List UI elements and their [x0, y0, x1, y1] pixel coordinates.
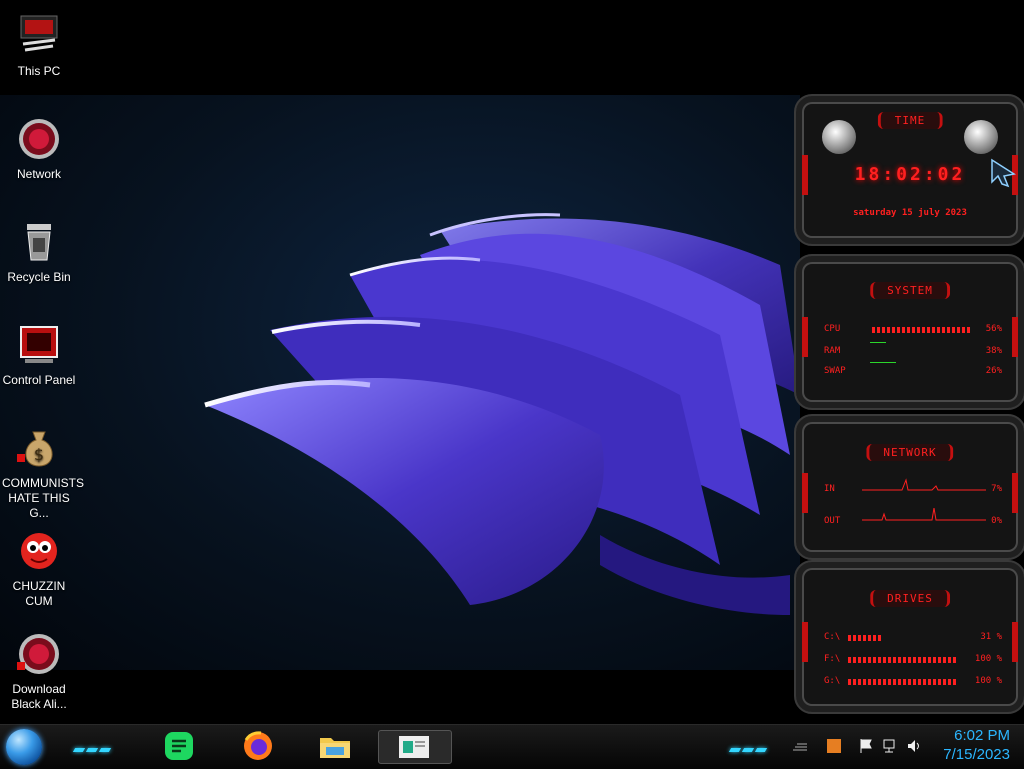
desktop-icon-label: Download Black Ali...	[11, 682, 67, 711]
drive-f-usage-bar	[848, 657, 958, 663]
clock-time: 6:02 PM	[954, 727, 1010, 744]
row-label: CPU	[824, 324, 841, 334]
mouse-cursor-icon	[991, 158, 1016, 188]
desktop-icon-label: CHUZZIN CUM	[12, 579, 66, 608]
row-value: 100 %	[974, 654, 1002, 664]
taskbar-firefox[interactable]	[241, 730, 275, 762]
row-label: G:\	[824, 676, 841, 686]
computer-icon	[15, 12, 63, 60]
desktop-icon-recycle-bin[interactable]: Recycle Bin	[0, 218, 78, 285]
swap-usage-bar	[870, 362, 896, 363]
row-value: 38%	[985, 346, 1002, 356]
network-tray-icon[interactable]	[882, 738, 898, 754]
row-label: F:\	[824, 654, 841, 664]
system-row-cpu: CPU 56%	[824, 324, 1002, 338]
alien-download-icon	[15, 630, 63, 678]
network-out-graph	[862, 508, 986, 521]
row-label: SWAP	[824, 366, 846, 376]
volume-icon[interactable]	[906, 738, 922, 754]
desktop-icon-label: Network	[16, 167, 61, 181]
network-row-out: OUT 0%	[824, 508, 1002, 530]
desktop-icon-label: Recycle Bin	[7, 270, 71, 284]
taskbar-decoration-right	[728, 739, 769, 752]
desktop-icon-this-pc[interactable]: This PC	[0, 12, 78, 79]
desktop-icon-network[interactable]: Network	[0, 115, 78, 182]
control-panel-icon	[15, 321, 63, 369]
network-in-graph	[862, 478, 986, 491]
taskbar-active-window[interactable]	[378, 730, 452, 764]
start-button[interactable]	[6, 729, 42, 765]
row-label: OUT	[824, 516, 841, 526]
drive-row-g: G:\ 100 %	[824, 676, 1002, 690]
notes-icon	[165, 732, 193, 760]
network-gadget[interactable]: NETWORK IN 7% OUT 0%	[794, 414, 1024, 560]
system-gadget[interactable]: SYSTEM CPU 56% RAM 38% SWAP 26%	[794, 254, 1024, 410]
network-icon	[15, 115, 63, 163]
flag-icon[interactable]	[858, 738, 874, 754]
gadget-title: TIME	[877, 112, 943, 129]
desktop-icon-chuzzle[interactable]: CHUZZIN CUM	[0, 527, 78, 609]
system-row-ram: RAM 38%	[824, 342, 1002, 360]
row-value: 56%	[985, 324, 1002, 334]
row-value: 26%	[985, 366, 1002, 376]
clock-date: 7/15/2023	[943, 746, 1010, 763]
gadget-title: NETWORK	[866, 444, 954, 461]
app-tray-icon[interactable]	[826, 738, 842, 754]
chuzzle-icon	[15, 527, 63, 575]
taskbar-notes-app[interactable]	[162, 730, 196, 762]
desktop-icon-label: Control Panel	[2, 373, 76, 387]
gadget-date: saturday 15 july 2023	[853, 208, 967, 218]
taskbar-file-explorer[interactable]	[318, 730, 352, 762]
desktop-icon-label: This PC	[17, 64, 61, 78]
row-value: 7%	[991, 484, 1002, 494]
drives-gadget[interactable]: DRIVES C:\ 31 % F:\ 100 % G:\ 100 %	[794, 560, 1024, 714]
drive-c-usage-bar	[848, 635, 882, 641]
gadget-title: SYSTEM	[870, 282, 950, 299]
folder-icon	[320, 738, 350, 758]
row-label: RAM	[824, 346, 841, 356]
taskbar-clock[interactable]: 6:02 PM 7/15/2023	[943, 726, 1010, 764]
show-hidden-icons-icon[interactable]	[792, 738, 808, 754]
system-row-swap: SWAP 26%	[824, 362, 1002, 380]
desktop-icon-control-panel[interactable]: Control Panel	[0, 321, 78, 388]
row-value: 100 %	[974, 676, 1002, 686]
desktop-icon-money-bag[interactable]: $ COMMUNISTS HATE THIS G...	[0, 424, 84, 521]
cpu-usage-bar	[872, 327, 972, 333]
window-thumbnail-icon	[399, 736, 429, 758]
drive-row-c: C:\ 31 %	[824, 632, 1002, 646]
firefox-icon	[244, 731, 272, 760]
row-label: IN	[824, 484, 835, 494]
desktop-icon-alien-download[interactable]: Download Black Ali...	[0, 630, 78, 712]
drive-row-f: F:\ 100 %	[824, 654, 1002, 668]
drive-g-usage-bar	[848, 679, 958, 685]
money-bag-icon: $	[15, 424, 63, 472]
desktop-wallpaper	[0, 95, 800, 670]
desktop-icon-label: COMMUNISTS HATE THIS G...	[2, 476, 84, 520]
alien-head-icon	[964, 120, 998, 154]
ram-usage-bar	[870, 342, 886, 343]
gadget-title: DRIVES	[870, 590, 950, 607]
svg-text:$: $	[34, 445, 44, 464]
recycle-bin-icon	[15, 218, 63, 266]
row-label: C:\	[824, 632, 841, 642]
network-row-in: IN 7%	[824, 478, 1002, 498]
row-value: 31 %	[980, 632, 1002, 642]
taskbar-decoration-left	[72, 739, 113, 752]
alien-head-icon	[822, 120, 856, 154]
row-value: 0%	[991, 516, 1002, 526]
